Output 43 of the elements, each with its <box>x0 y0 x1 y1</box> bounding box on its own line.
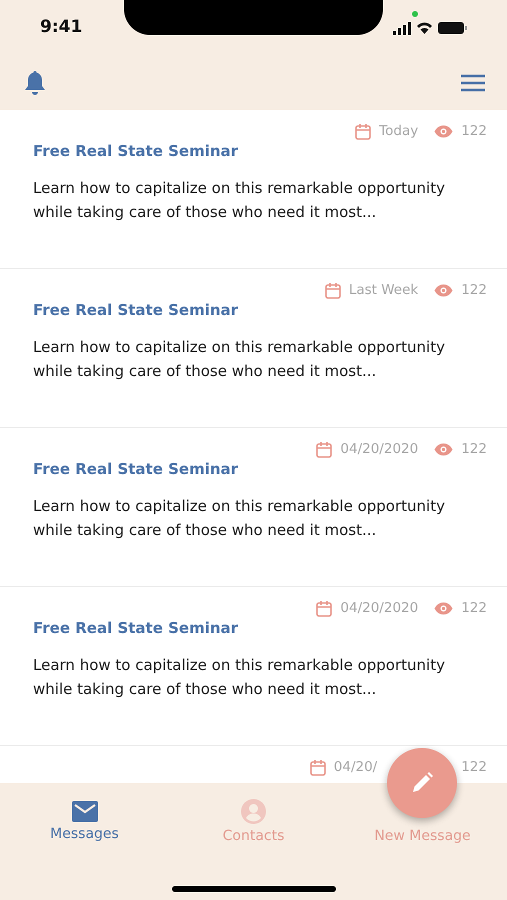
compose-button[interactable] <box>387 748 457 818</box>
message-card[interactable]: 04/20/2020 122 Free Real State Seminar Learn how to capitalize on this remarkable opportunity while taking care of those who need it most... <box>0 587 507 746</box>
view-count: 122 <box>461 282 487 298</box>
pencil-icon <box>411 772 433 794</box>
message-date: 04/20/ <box>334 759 378 775</box>
calendar-icon <box>355 122 372 140</box>
privacy-indicator-icon <box>412 11 418 17</box>
message-preview: Learn how to capitalize on this remarkable opportunity while taking care of those who need it most... <box>33 337 446 382</box>
message-preview: Learn how to capitalize on this remarkable opportunity while taking care of those who need it most... <box>33 496 446 541</box>
message-card[interactable]: 04/20/2020 122 Free Real State Seminar Learn how to capitalize on this remarkable opportunity while taking care of those who need it most... <box>0 428 507 587</box>
calendar-icon <box>310 758 326 776</box>
view-count: 122 <box>461 759 487 775</box>
message-date: 04/20/2020 <box>340 600 418 616</box>
mail-icon <box>72 801 98 822</box>
message-date: Today <box>379 123 418 139</box>
message-preview: Learn how to capitalize on this remarkable opportunity while taking care of those who need it most... <box>33 655 446 700</box>
message-card[interactable]: Today 122 Free Real State Seminar Learn how to capitalize on this remarkable opportunity while taking care of those who need it most... <box>0 110 507 269</box>
battery-icon <box>438 22 467 34</box>
eye-icon <box>434 124 454 138</box>
message-title: Free Real State Seminar <box>33 301 240 319</box>
status-time: 9:41 <box>40 17 82 37</box>
person-icon <box>241 799 266 824</box>
calendar-icon <box>316 440 332 458</box>
message-preview: Learn how to capitalize on this remarkable opportunity while taking care of those who need it most... <box>33 178 446 223</box>
message-title: Free Real State Seminar <box>33 619 240 637</box>
view-count: 122 <box>461 123 487 139</box>
calendar-icon <box>316 600 332 616</box>
message-date: 04/20/2020 <box>340 441 418 457</box>
view-count: 122 <box>461 600 487 616</box>
bell-icon[interactable] <box>24 70 46 96</box>
wifi-icon <box>417 22 432 34</box>
signal-icon <box>393 22 411 34</box>
message-card[interactable]: Last Week 122 Free Real State Seminar Learn how to capitalize on this remarkable opportunity while taking care of those who need it most... <box>0 269 507 428</box>
menu-icon[interactable] <box>461 74 485 92</box>
calendar-icon <box>324 282 341 298</box>
nav-tab[interactable]: Messages <box>0 783 169 860</box>
message-title: Free Real State Seminar <box>33 142 240 160</box>
eye-icon <box>434 602 454 614</box>
view-count: 122 <box>461 441 487 457</box>
eye-icon <box>434 442 454 456</box>
message-date: Last Week <box>348 282 418 298</box>
message-title: Free Real State Seminar <box>33 460 240 478</box>
eye-icon <box>434 284 454 296</box>
